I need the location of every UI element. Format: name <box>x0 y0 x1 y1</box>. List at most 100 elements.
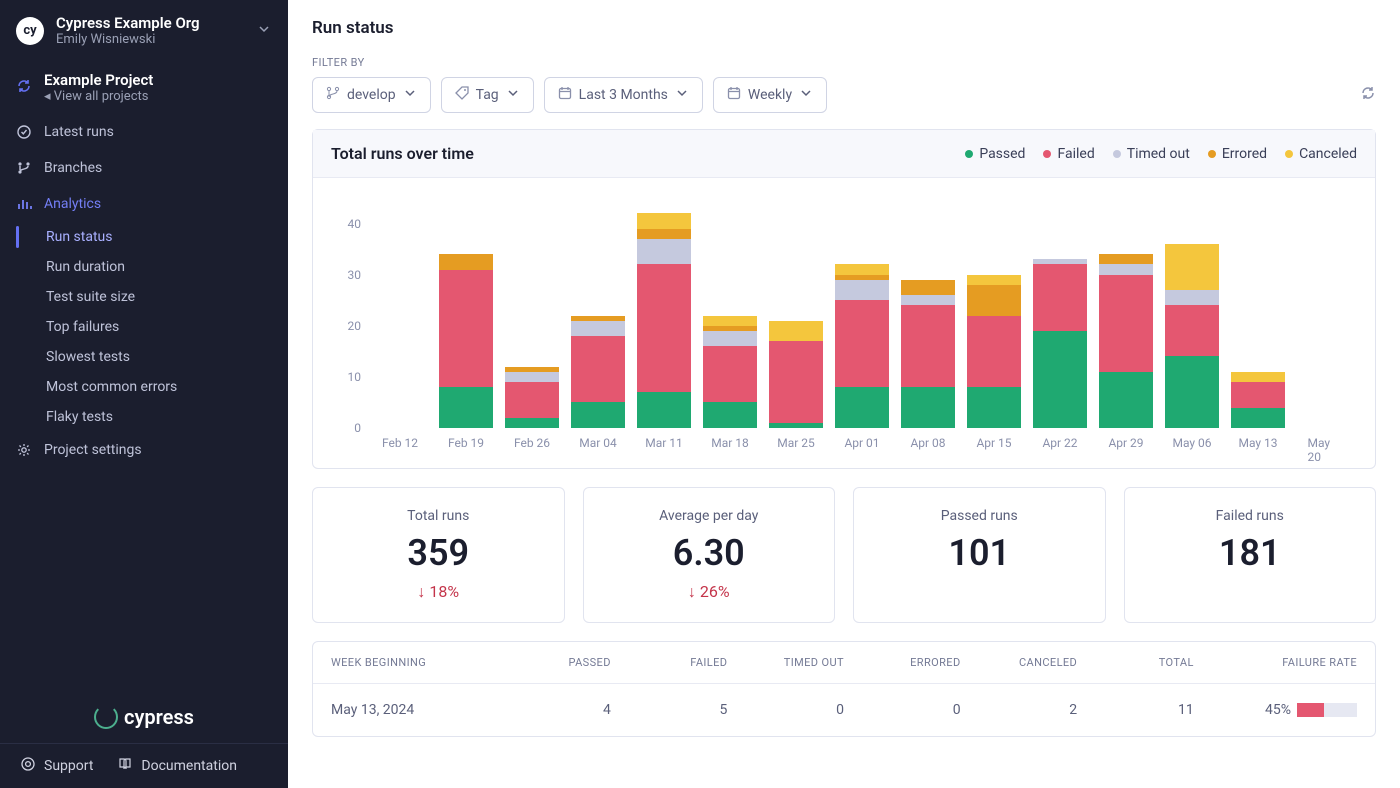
check-circle-icon <box>16 124 32 140</box>
legend-item-errored[interactable]: Errored <box>1208 146 1267 162</box>
bar-segment-canceled <box>637 213 691 228</box>
nav-branches[interactable]: Branches <box>0 150 288 186</box>
bar-mar-25[interactable] <box>769 321 823 428</box>
bar-segment-errored <box>439 254 493 269</box>
y-tick: 30 <box>348 268 362 282</box>
bar-apr-15[interactable] <box>967 275 1021 428</box>
delta-down: ↓ 18% <box>329 582 548 602</box>
filter-label: FILTER BY <box>312 56 1376 69</box>
bar-segment-passed <box>1099 372 1153 428</box>
view-all-projects-link[interactable]: ◂ View all projects <box>44 89 153 104</box>
x-label: Mar 04 <box>579 436 617 450</box>
date-range-filter[interactable]: Last 3 Months <box>544 77 703 113</box>
bar-mar-18[interactable] <box>703 316 757 428</box>
filter-bar: FILTER BY develop Tag <box>288 48 1400 129</box>
x-label: Apr 29 <box>1108 436 1143 450</box>
y-tick: 40 <box>348 217 362 231</box>
bar-apr-01[interactable] <box>835 264 889 428</box>
bar-mar-04[interactable] <box>571 316 625 428</box>
bar-segment-canceled <box>703 316 757 326</box>
refresh-icon <box>16 78 32 98</box>
bar-segment-failed <box>1231 382 1285 408</box>
legend-item-timed_out[interactable]: Timed out <box>1113 146 1190 162</box>
bar-feb-26[interactable] <box>505 367 559 428</box>
stats-row: Total runs 359 ↓ 18% Average per day 6.3… <box>312 487 1376 623</box>
nav-label: Branches <box>44 160 102 176</box>
project-row[interactable]: Example Project ◂ View all projects <box>0 61 288 114</box>
bar-apr-29[interactable] <box>1099 254 1153 428</box>
subnav-run-status[interactable]: Run status <box>16 222 288 252</box>
org-switcher[interactable]: cy Cypress Example Org Emily Wisniewski <box>0 0 288 61</box>
nav-analytics[interactable]: Analytics <box>0 186 288 222</box>
nav-project-settings[interactable]: Project settings <box>0 432 288 468</box>
documentation-link[interactable]: Documentation <box>117 756 237 776</box>
stat-avg-per-day: Average per day 6.30 ↓ 26% <box>583 487 836 623</box>
bar-segment-failed <box>769 341 823 423</box>
bar-segment-passed <box>571 402 625 428</box>
bar-segment-failed <box>1099 275 1153 372</box>
failure-rate-bar <box>1297 703 1357 717</box>
tag-filter[interactable]: Tag <box>441 77 534 113</box>
bar-segment-failed <box>1033 264 1087 330</box>
granularity-filter[interactable]: Weekly <box>713 77 827 113</box>
nav-latest-runs[interactable]: Latest runs <box>0 114 288 150</box>
page-title: Run status <box>288 0 1400 48</box>
bar-segment-errored <box>901 280 955 295</box>
bar-segment-passed <box>1231 408 1285 428</box>
y-tick: 20 <box>348 319 362 333</box>
bar-segment-failed <box>967 316 1021 388</box>
table-header: WEEK BEGINNING PASSED FAILED TIMED OUT E… <box>313 642 1375 684</box>
bar-segment-errored <box>967 285 1021 316</box>
stat-failed-runs: Failed runs 181 <box>1124 487 1377 623</box>
x-label: Mar 18 <box>711 436 749 450</box>
bar-segment-timed_out <box>901 295 955 305</box>
legend-dot <box>965 150 973 158</box>
subnav-slowest-tests[interactable]: Slowest tests <box>16 342 288 372</box>
bar-segment-timed_out <box>835 280 889 300</box>
book-icon <box>117 756 133 776</box>
subnav-flaky-tests[interactable]: Flaky tests <box>16 402 288 432</box>
subnav-test-suite-size[interactable]: Test suite size <box>16 282 288 312</box>
legend-item-failed[interactable]: Failed <box>1043 146 1094 162</box>
bar-mar-11[interactable] <box>637 213 691 428</box>
nav-label: Latest runs <box>44 124 114 140</box>
branch-filter[interactable]: develop <box>312 77 431 113</box>
bar-may-06[interactable] <box>1165 244 1219 428</box>
bar-segment-timed_out <box>505 372 559 382</box>
table-row[interactable]: May 13, 2024450021145% <box>313 684 1375 736</box>
bar-segment-passed <box>967 387 1021 428</box>
subnav-run-duration[interactable]: Run duration <box>16 252 288 282</box>
legend-item-canceled[interactable]: Canceled <box>1285 146 1357 162</box>
bar-segment-failed <box>571 336 625 402</box>
chart-legend: Passed Failed Timed out Errored Canceled <box>965 146 1357 162</box>
bar-apr-22[interactable] <box>1033 259 1087 428</box>
legend-dot <box>1113 150 1121 158</box>
bar-segment-passed <box>1165 356 1219 428</box>
chart-title: Total runs over time <box>331 144 474 163</box>
bar-segment-failed <box>835 300 889 387</box>
bar-segment-canceled <box>835 264 889 274</box>
bar-segment-passed <box>835 387 889 428</box>
x-label: Mar 11 <box>645 436 683 450</box>
x-label: Mar 25 <box>777 436 815 450</box>
stat-total-runs: Total runs 359 ↓ 18% <box>312 487 565 623</box>
subnav-top-failures[interactable]: Top failures <box>16 312 288 342</box>
bar-segment-failed <box>505 382 559 418</box>
bar-segment-failed <box>901 305 955 387</box>
bar-may-13[interactable] <box>1231 372 1285 428</box>
branch-icon <box>16 160 32 176</box>
support-link[interactable]: Support <box>20 756 93 776</box>
bar-feb-19[interactable] <box>439 254 493 428</box>
refresh-button[interactable] <box>1360 85 1376 105</box>
bar-segment-canceled <box>1231 372 1285 382</box>
bar-segment-timed_out <box>703 331 757 346</box>
legend-item-passed[interactable]: Passed <box>965 146 1025 162</box>
bar-segment-timed_out <box>1165 290 1219 305</box>
bar-segment-passed <box>703 402 757 428</box>
subnav-most-common-errors[interactable]: Most common errors <box>16 372 288 402</box>
bar-apr-08[interactable] <box>901 280 955 428</box>
bar-segment-passed <box>505 418 559 428</box>
org-name: Cypress Example Org <box>56 14 244 32</box>
bar-segment-failed <box>439 270 493 388</box>
life-ring-icon <box>20 756 36 776</box>
